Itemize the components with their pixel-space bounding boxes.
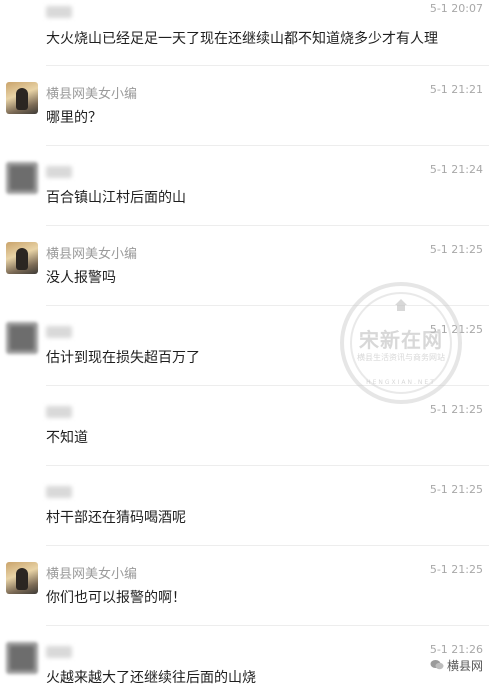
comment-time: 5-1 21:25 bbox=[429, 403, 483, 416]
comment-text: 没人报警吗 bbox=[46, 270, 116, 286]
comment-time: 5-1 21:26 bbox=[429, 643, 483, 656]
comment-text: 村干部还在猜码喝酒呢 bbox=[46, 510, 186, 526]
comment-text: 百合镇山江村后面的山 bbox=[46, 190, 186, 206]
comment-text: 不知道 bbox=[46, 430, 88, 446]
comment-text: 大火烧山已经足足一天了现在还继续山都不知道烧多少才有人理 bbox=[46, 31, 438, 47]
avatar[interactable] bbox=[6, 642, 38, 674]
source-badge-label: 横县网 bbox=[446, 659, 483, 673]
comment-username[interactable]: 横县网美女小编 bbox=[46, 243, 137, 262]
comment-text: 哪里的？ bbox=[46, 110, 102, 126]
wechat-icon bbox=[430, 660, 444, 670]
avatar[interactable] bbox=[6, 162, 38, 194]
avatar[interactable] bbox=[6, 82, 38, 114]
comment-username[interactable]: 横县网美女小编 bbox=[46, 563, 137, 582]
blurred-username bbox=[46, 326, 72, 338]
comment-item: 5-1 21:24 百合镇山江村后面的山 bbox=[0, 146, 489, 226]
blurred-username bbox=[46, 166, 72, 178]
comment-item: 5-1 21:25 村干部还在猜码喝酒呢 bbox=[0, 466, 489, 546]
comment-item: 横县网美女小编 5-1 21:25 你们也可以报警的啊！ bbox=[0, 546, 489, 626]
watermark-subtitle: 横县生活资讯与商务网站 bbox=[357, 353, 445, 362]
comment-username[interactable]: 横县网美女小编 bbox=[46, 83, 137, 102]
comment-time: 5-1 21:21 bbox=[429, 83, 483, 96]
comment-time: 5-1 21:24 bbox=[429, 163, 483, 176]
house-icon bbox=[395, 299, 407, 311]
avatar[interactable] bbox=[6, 562, 38, 594]
site-watermark: 宋新在网 横县生活资讯与商务网站 HENGXIAN.NET bbox=[340, 282, 462, 404]
avatar[interactable] bbox=[6, 322, 38, 354]
comment-time: 5-1 21:25 bbox=[429, 563, 483, 576]
comment-text: 你们也可以报警的啊！ bbox=[46, 590, 186, 606]
blurred-username bbox=[46, 486, 72, 498]
watermark-arc-text: HENGXIAN.NET bbox=[366, 379, 436, 386]
comment-item: 5-1 21:26 火越来越大了还继续往后面的山烧 bbox=[0, 626, 489, 686]
comment-time: 5-1 21:25 bbox=[429, 243, 483, 256]
comment-time: 5-1 21:25 bbox=[429, 483, 483, 496]
source-badge: 横县网 bbox=[430, 657, 483, 674]
comment-text: 估计到现在损失超百万了 bbox=[46, 350, 200, 366]
comment-text: 火越来越大了还继续往后面的山烧 bbox=[46, 670, 256, 686]
blurred-username bbox=[46, 406, 72, 418]
avatar[interactable] bbox=[6, 242, 38, 274]
blurred-username bbox=[46, 6, 72, 18]
watermark-title: 宋新在网 bbox=[359, 328, 443, 352]
comment-item: 横县网美女小编 5-1 21:21 哪里的？ bbox=[0, 66, 489, 146]
comment-time: 5-1 20:07 bbox=[429, 2, 483, 15]
comment-item: 5-1 20:07 大火烧山已经足足一天了现在还继续山都不知道烧多少才有人理 bbox=[0, 0, 489, 66]
blurred-username bbox=[46, 646, 72, 658]
